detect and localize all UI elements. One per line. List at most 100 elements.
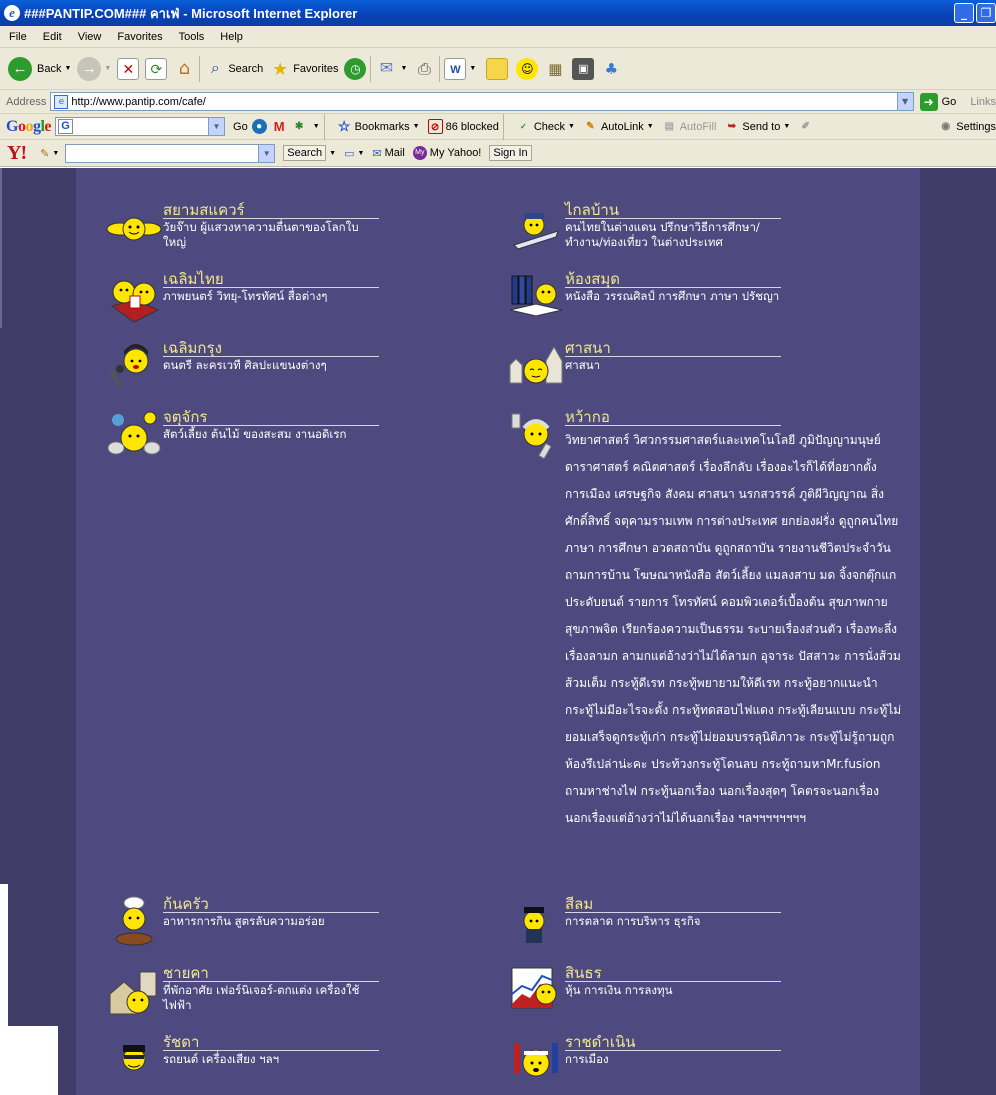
spellcheck-button[interactable]: ✓ Check ▼ — [516, 119, 575, 134]
smiley-businessman-icon — [523, 907, 545, 943]
settings-button[interactable]: ◉ Settings — [938, 119, 996, 134]
contacts-icon[interactable]: ♣ — [600, 58, 622, 80]
yahoo-search-button[interactable]: Search ▼ — [283, 145, 336, 161]
smiley-stocks-icon — [511, 967, 557, 1009]
forum-name[interactable]: หว้ากอ — [565, 408, 781, 426]
bookmarks-button[interactable]: ☆ Bookmarks ▼ — [337, 119, 420, 134]
forum-name[interactable]: สีลม — [565, 895, 781, 913]
maximize-button[interactable]: ❐ — [976, 3, 996, 23]
forum-ratchada[interactable]: รัชดา รถยนต์ เครื่องเสียง ฯลฯ — [106, 1033, 466, 1093]
sendto-button[interactable]: ➥ Send to ▼ — [724, 119, 791, 134]
menu-favorites[interactable]: Favorites — [109, 31, 170, 43]
back-dropdown-icon[interactable]: ▼ — [64, 65, 71, 72]
puzzle-icon[interactable]: ✱ ▼ — [292, 119, 320, 134]
menu-view[interactable]: View — [70, 31, 110, 43]
forum-library[interactable]: ห้องสมุด หนังสือ วรรณศิลป์ การศึกษา ภาษา… — [508, 270, 868, 330]
favorites-button[interactable]: ★ Favorites — [269, 58, 338, 80]
menu-file[interactable]: File — [0, 31, 35, 43]
edit-button[interactable]: W ▼ — [444, 57, 476, 80]
messenger-icon[interactable]: ☺ — [516, 57, 539, 80]
forum-name[interactable]: ไกลบ้าน — [565, 201, 781, 219]
google-g-icon: G — [58, 119, 74, 134]
yahoo-extra-button[interactable]: ▭ ▼ — [344, 147, 364, 160]
highlighter-button[interactable]: ✎ ▼ — [40, 147, 59, 160]
forum-sinthorn[interactable]: สินธร หุ้น การเงิน การลงทุน — [508, 964, 868, 1024]
menu-edit[interactable]: Edit — [35, 31, 70, 43]
globe-icon[interactable]: ● — [251, 119, 270, 134]
forum-name[interactable]: ห้องสมุด — [565, 270, 781, 288]
forum-jatujak[interactable]: จตุจักร สัตว์เลี้ยง ต้นไม้ ของสะสม งานอด… — [106, 408, 466, 468]
forum-ratchadamnoen[interactable]: ราชดำเนิน การเมือง — [508, 1033, 868, 1093]
forum-name[interactable]: ราชดำเนิน — [565, 1033, 781, 1051]
myyahoo-button[interactable]: My My Yahoo! — [412, 146, 481, 160]
signin-button[interactable]: Sign In — [489, 145, 532, 161]
forum-silom[interactable]: สีลม การตลาด การบริหาร ธุรกิจ — [508, 895, 868, 955]
forum-name[interactable]: จตุจักร — [163, 408, 379, 426]
yahoo-logo-icon[interactable]: Y! — [7, 142, 27, 165]
forum-name[interactable]: ชายคา — [163, 964, 379, 982]
autolink-button[interactable]: ✎ AutoLink ▼ — [583, 119, 653, 134]
yahoo-search-input[interactable]: ▼ — [65, 143, 276, 163]
forum-siam-square[interactable]: สยามสแควร์ วัยจ๊าบ ผู้แสวงหาความตื่นตาขอ… — [106, 201, 466, 261]
links-button[interactable]: Links — [970, 96, 996, 108]
google-dropdown-icon[interactable]: ▼ — [208, 118, 225, 135]
forum-chaiyaka[interactable]: ชายคา ที่พักอาศัย เฟอร์นิเจอร์-ตกแต่ง เค… — [106, 964, 466, 1024]
forward-arrow-icon: → — [77, 56, 102, 81]
print-icon[interactable]: ⎙ — [413, 58, 435, 80]
mail-button[interactable]: ✉ ▼ — [375, 58, 408, 80]
forum-name[interactable]: สยามสแควร์ — [163, 201, 379, 219]
forum-name[interactable]: ศาสนา — [565, 339, 781, 357]
highlight-button[interactable]: ✐ — [798, 119, 816, 134]
favorites-label: Favorites — [293, 62, 339, 75]
minimize-button[interactable]: _ — [954, 3, 974, 23]
edit-dropdown-icon[interactable]: ▼ — [469, 65, 476, 72]
autofill-button[interactable]: ▤ AutoFill — [662, 119, 717, 134]
stop-icon[interactable]: ✕ — [117, 57, 140, 80]
refresh-icon[interactable]: ⟳ — [145, 57, 168, 80]
media-icon[interactable]: ▣ — [572, 57, 595, 80]
mail-dropdown-icon[interactable]: ▼ — [400, 65, 407, 72]
autofill-label: AutoFill — [679, 120, 717, 133]
forum-klai-baan[interactable]: ไกลบ้าน คนไทยในต่างแดน ปรึกษาวิธีการศึกษ… — [508, 201, 868, 261]
menu-tools[interactable]: Tools — [171, 31, 213, 43]
forum-religion[interactable]: ศาสนา ศาสนา — [508, 339, 868, 399]
forum-kon-krua[interactable]: ก้นครัว อาหารการกิน สูตรลับความอร่อย — [106, 895, 466, 955]
forum-panel: สยามสแควร์ วัยจ๊าบ ผู้แสวงหาความตื่นตาขอ… — [76, 168, 920, 1095]
google-logo[interactable]: Google — [6, 118, 51, 136]
go-button[interactable]: ➜ Go — [919, 92, 956, 111]
google-go-button[interactable]: Go — [233, 121, 248, 133]
forum-desc: วิทยาศาสตร์ วิศวกรรมศาสตร์และเทคโนโลยี ภ… — [565, 433, 902, 825]
google-search-input[interactable]: G ▼ — [55, 117, 226, 136]
menu-help[interactable]: Help — [212, 31, 251, 43]
back-button[interactable]: ← Back ▼ — [8, 56, 71, 81]
my-yahoo-icon: My — [412, 146, 427, 160]
forum-name[interactable]: ก้นครัว — [163, 895, 379, 913]
forum-name[interactable]: สินธร — [565, 964, 781, 982]
blank-area — [0, 1026, 58, 1095]
back-arrow-icon: ← — [8, 56, 32, 81]
forward-dropdown-icon[interactable]: ▼ — [104, 65, 111, 72]
gmail-icon[interactable]: M — [272, 119, 290, 134]
forum-name[interactable]: เฉลิมไทย — [163, 270, 379, 288]
address-input[interactable]: e http://www.pantip.com/cafe/ ▼ — [50, 92, 914, 111]
history-icon[interactable]: ◷ — [344, 57, 367, 80]
blocked-label: 86 blocked — [445, 120, 499, 133]
search-button[interactable]: ⌕ Search — [204, 58, 263, 80]
forum-chalerm-krung[interactable]: เฉลิมกรุง ดนตรี ละครเวที ศิลปะแขนงต่างๆ — [106, 339, 466, 399]
forum-wakor[interactable]: หว้ากอ วิทยาศาสตร์ วิศวกรรมศาสตร์และเทคโ… — [508, 408, 901, 888]
research-icon[interactable]: ▦ — [544, 58, 566, 80]
forum-chalerm-thai[interactable]: เฉลิมไทย ภาพยนตร์ วิทยุ-โทรทัศน์ สื่อต่า… — [106, 270, 466, 330]
home-icon[interactable]: ⌂ — [173, 58, 195, 80]
forum-name[interactable]: เฉลิมกรุง — [163, 339, 379, 357]
back-label: Back — [37, 62, 62, 75]
notes-icon[interactable] — [486, 57, 509, 80]
popup-blocker-button[interactable]: ⊘ 86 blocked — [427, 119, 499, 134]
address-dropdown-icon[interactable]: ▼ — [896, 93, 913, 110]
forward-button[interactable]: → ▼ — [77, 56, 111, 81]
google-toolbar: Google G ▼ Go ● M ✱ ▼ ☆ Bookmarks ▼ ⊘ 86 blo… — [0, 113, 996, 140]
yahoo-dropdown-icon[interactable]: ▼ — [258, 144, 275, 162]
forum-name[interactable]: รัชดา — [163, 1033, 379, 1051]
address-url[interactable]: http://www.pantip.com/cafe/ — [71, 96, 206, 108]
settings-gear-icon: ◉ — [941, 121, 951, 132]
yahoo-mail-button[interactable]: ✉ Mail — [372, 147, 404, 160]
